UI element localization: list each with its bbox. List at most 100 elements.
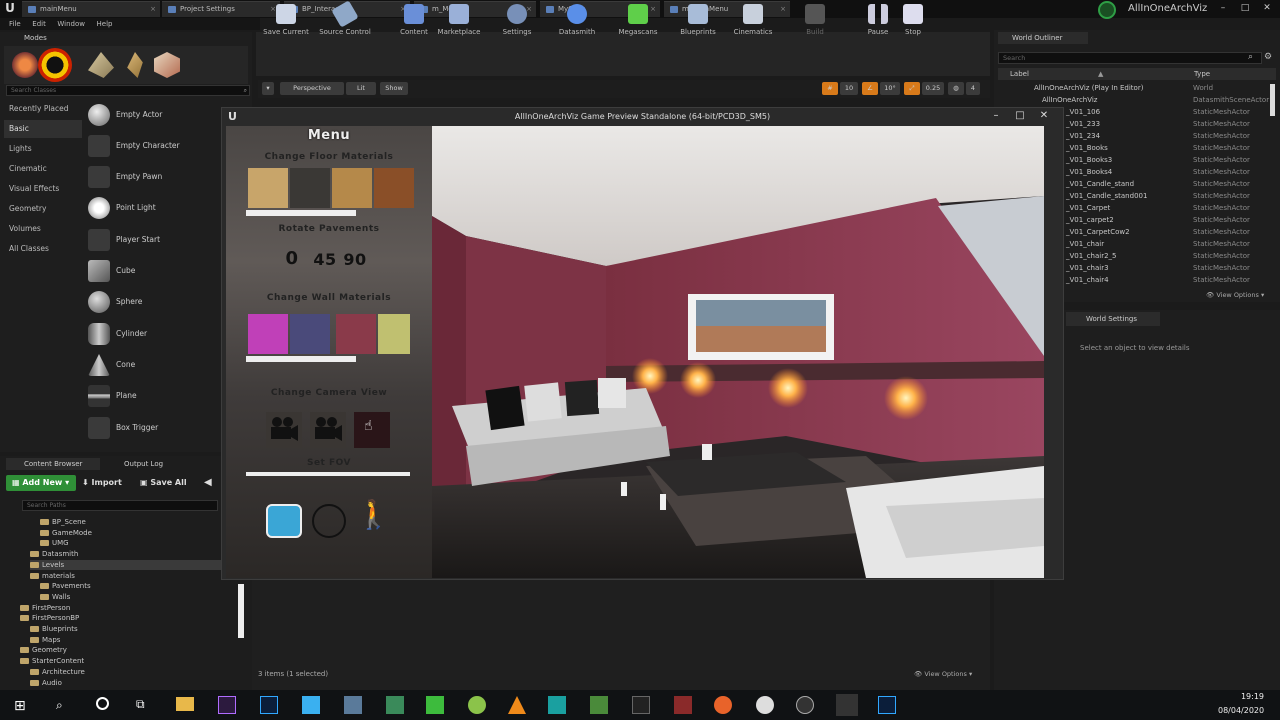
app-icon[interactable] (344, 696, 362, 714)
menu-file[interactable]: File (9, 18, 21, 30)
search-classes-input[interactable]: Search Classes ⌕ (6, 85, 250, 96)
place-mode-icon[interactable] (12, 52, 38, 78)
minimize-icon[interactable]: – (1212, 0, 1234, 16)
rotation-snap-icon[interactable]: ∠ (862, 82, 878, 95)
camera-2-icon[interactable] (310, 412, 346, 448)
category-all-classes[interactable]: All Classes (4, 240, 82, 258)
cortana-icon[interactable] (96, 697, 109, 710)
megascans-button[interactable]: Megascans (614, 2, 662, 42)
outliner-row[interactable]: AllInOneArchViz DatasmithSceneActor (1000, 94, 1274, 106)
close-window-icon[interactable]: ✕ (1256, 0, 1278, 16)
home-icon[interactable] (312, 504, 346, 538)
camera-1-icon[interactable] (266, 412, 302, 448)
settings-button[interactable]: Settings (498, 2, 536, 42)
menu-edit[interactable]: Edit (32, 18, 46, 30)
datasmith-button[interactable]: Datasmith (556, 2, 598, 42)
rotation-snap-value[interactable]: 10° (880, 82, 900, 95)
tab-mainmenu[interactable]: mainMenu × (22, 1, 160, 17)
photoshop-icon[interactable] (878, 696, 896, 714)
screenshot-camera-icon[interactable] (266, 504, 302, 538)
foliage-mode-icon[interactable] (127, 52, 143, 78)
folder-item[interactable]: Architecture (30, 667, 240, 678)
folder-item[interactable]: materials (30, 571, 240, 582)
app-icon[interactable] (590, 696, 608, 714)
lit-button[interactable]: Lit (346, 82, 376, 95)
camera-speed-value[interactable]: 4 (966, 82, 980, 95)
app-icon[interactable] (426, 696, 444, 714)
folder-item[interactable]: UMG (40, 538, 240, 549)
app-icon[interactable] (386, 696, 404, 714)
content-browser-tab[interactable]: Content Browser (6, 458, 100, 470)
source-control-button[interactable]: Source Control (316, 0, 374, 42)
wall-swatch-olive[interactable] (378, 314, 410, 354)
save-all-button[interactable]: ▣ Save All (140, 475, 200, 491)
pause-button[interactable]: Pause (862, 2, 894, 42)
category-geometry[interactable]: Geometry (4, 200, 82, 218)
asset-view-options[interactable]: 👁 View Options ▾ (914, 670, 972, 678)
search-icon[interactable]: ⌕ (56, 698, 63, 713)
outliner-view-options[interactable]: 👁 View Options ▾ (1206, 291, 1276, 301)
floor-swatch-sand[interactable] (248, 168, 288, 208)
folder-item[interactable]: Pavements (40, 581, 240, 592)
geometry-mode-icon[interactable] (154, 52, 180, 78)
floor-swatch-dark-tile[interactable] (290, 168, 330, 208)
save-current-button[interactable]: Save Current (260, 2, 312, 42)
folder-item[interactable]: BP_Scene (40, 517, 240, 528)
outliner-row[interactable]: AllInOneArchViz (Play In Editor) World (1000, 82, 1274, 94)
wall-swatch-magenta[interactable] (248, 314, 288, 354)
rotate-45-button[interactable]: 45 (310, 250, 340, 269)
grid-snap-value[interactable]: 10 (840, 82, 858, 95)
folder-item[interactable]: Geometry (20, 645, 240, 656)
obs-icon[interactable] (796, 696, 814, 714)
fov-slider[interactable] (246, 472, 410, 476)
stop-button[interactable]: Stop (898, 2, 928, 42)
maximize-icon[interactable]: □ (1234, 0, 1256, 16)
firefox-icon[interactable] (714, 696, 732, 714)
app-icon[interactable] (548, 696, 566, 714)
folder-item[interactable]: Levels (30, 559, 240, 571)
app-icon[interactable] (674, 696, 692, 714)
premiere-icon[interactable] (218, 696, 236, 714)
scale-snap-value[interactable]: 0.25 (922, 82, 944, 95)
search-paths-input[interactable]: Search Paths (22, 500, 218, 511)
outliner-scrollbar[interactable] (1270, 84, 1275, 116)
back-arrow-icon[interactable]: ◀ (204, 475, 218, 491)
unreal-engine-icon[interactable] (756, 696, 774, 714)
build-button[interactable]: Build (800, 2, 830, 42)
rotate-0-button[interactable]: 0 (280, 248, 304, 269)
folder-item[interactable]: Audio (30, 678, 240, 689)
floor-swatch-wood[interactable] (332, 168, 372, 208)
viewport-options-icon[interactable]: ▾ (262, 82, 274, 95)
world-settings-tab[interactable]: World Settings (1066, 312, 1160, 326)
settings-icon[interactable]: ⚙ (1264, 52, 1272, 62)
blueprints-button[interactable]: Blueprints (676, 2, 720, 42)
marketplace-button[interactable]: Marketplace (436, 2, 482, 42)
task-view-icon[interactable]: ⧉ (136, 697, 145, 712)
vlc-icon[interactable] (508, 696, 526, 714)
cinematics-button[interactable]: Cinematics (730, 2, 776, 42)
grid-snap-icon[interactable]: # (822, 82, 838, 95)
close-window-icon[interactable]: ✕ (1032, 108, 1056, 123)
add-new-button[interactable]: ▦ Add New ▾ (6, 475, 76, 491)
outliner-search-input[interactable]: Search (998, 52, 1262, 64)
category-recently-placed[interactable]: Recently Placed (4, 100, 82, 118)
folder-item[interactable]: Blueprints (30, 624, 240, 635)
file-explorer-icon[interactable] (176, 697, 194, 711)
modes-tab[interactable]: Modes (4, 32, 64, 44)
folder-item[interactable]: FirstPerson (20, 603, 240, 614)
perspective-button[interactable]: Perspective (280, 82, 344, 95)
floor-swatch-brick[interactable] (374, 168, 414, 208)
rotate-90-button[interactable]: 90 (340, 250, 370, 269)
close-icon[interactable]: × (780, 2, 786, 17)
wall-swatch-indigo[interactable] (290, 314, 330, 354)
menu-help[interactable]: Help (97, 18, 113, 30)
wall-swatch-burgundy[interactable] (336, 314, 376, 354)
scale-snap-icon[interactable]: ⤢ (904, 82, 920, 95)
minimize-icon[interactable]: – (984, 108, 1008, 123)
epic-games-icon[interactable] (632, 696, 650, 714)
close-icon[interactable]: × (150, 2, 156, 17)
walk-mode-icon[interactable]: 🚶 (356, 498, 391, 531)
world-outliner-tab[interactable]: World Outliner (998, 32, 1088, 44)
import-button[interactable]: ⬇ Import (82, 475, 134, 491)
app-icon[interactable] (302, 696, 320, 714)
